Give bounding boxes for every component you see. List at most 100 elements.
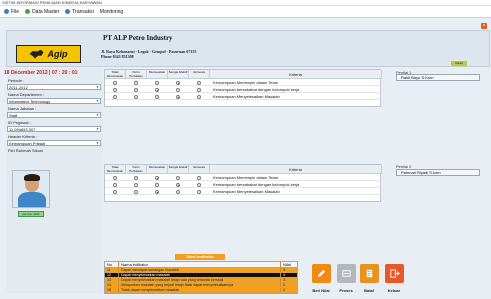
rating-radio[interactable] (155, 176, 159, 180)
rating-radio[interactable] (113, 183, 117, 187)
table-row[interactable]: 15 Tidak dapat menyelesaikan masalah 1 (105, 288, 297, 293)
batal-label: Batal (364, 288, 374, 293)
header-badge: Clean (451, 61, 467, 66)
chevron-down-icon: ▼ (96, 99, 99, 103)
id-pegawai-select[interactable]: 11.094693.007 ▼ (7, 126, 101, 132)
menubar: File Data Master Transaksi Monitoring (0, 6, 491, 18)
header-sangat-efektif: Sangat Efektif (168, 70, 189, 79)
proses-label: Proses (339, 288, 353, 293)
penilai-2-field[interactable]: Pahmad Riyadi S.kom (396, 169, 480, 176)
chevron-down-icon: ▼ (96, 141, 99, 145)
criteria-row: Kemampuan Menyelesaikan Masalah (105, 94, 382, 100)
menu-monitoring[interactable]: Monitoring (100, 9, 123, 15)
rating-radio[interactable] (155, 81, 159, 85)
periode-select[interactable]: 2011-2012 ▼ (7, 84, 101, 90)
chevron-down-icon: ▼ (96, 127, 99, 131)
criteria-row: Kemampuan Memimpin dalam Team (105, 175, 382, 181)
rating-radio[interactable] (134, 190, 138, 194)
cell-nilai: 2 (283, 283, 285, 287)
penilaian-grid-1: Tidak Memuaskan Perlu Perbaikan Memuaskan S… (104, 69, 382, 107)
rating-radio[interactable] (113, 81, 117, 85)
company-address: Jl. Raya Kebonarut - Legok - Gempol - Pa… (101, 49, 196, 59)
photo-hair (24, 174, 40, 181)
header-sangat-efektif: Sangat Efektif (168, 165, 189, 174)
departemen-select[interactable]: Information Technology ▼ (7, 98, 101, 104)
criteria-row: Kemampuan bersahabat dengan kelompok ker… (105, 182, 382, 188)
criteria-label: Kemampuan Memimpin dalam Team (213, 80, 279, 85)
rating-radio[interactable] (134, 183, 138, 187)
criteria-label: Kemampuan bersahabat dengan kelompok ker… (213, 182, 300, 187)
header-istimewa: Istimewa (189, 70, 210, 79)
menu-transaksi[interactable]: Transaksi (65, 9, 94, 15)
rating-radio[interactable] (176, 183, 180, 187)
rating-radio[interactable] (176, 95, 180, 99)
keluar-button[interactable] (385, 264, 404, 283)
departemen-label: Nama Departemen : (8, 92, 45, 97)
rating-radio[interactable] (197, 95, 201, 99)
jabatan-select[interactable]: Staff ▼ (7, 112, 101, 118)
menu-file[interactable]: File (4, 9, 19, 15)
rating-radio[interactable] (197, 190, 201, 194)
rating-radio[interactable] (197, 88, 201, 92)
exit-icon (390, 269, 400, 278)
penilaian-grid-2: Tidak Memuaskan Perlu Perbaikan Memuaskan S… (104, 164, 382, 202)
criteria-row: Kemampuan Memimpin dalam Team (105, 80, 382, 86)
file-icon (4, 9, 9, 14)
brand-word: Agip (47, 49, 68, 59)
cell-no: 15 (105, 288, 119, 292)
cell-name: Melaporkan masalah yang terjadi tetapi t… (119, 283, 281, 287)
keluar-label: Keluar (387, 288, 401, 293)
chevron-down-icon: ▼ (96, 113, 99, 117)
rating-radio[interactable] (155, 95, 159, 99)
header-istimewa: Istimewa (189, 165, 210, 174)
criteria-row: Kemampuan Menyelesaikan Masalah (105, 189, 382, 195)
proses-button[interactable] (337, 264, 356, 283)
header-kriteria: Kriteria (210, 165, 382, 174)
rating-radio[interactable] (176, 81, 180, 85)
rating-radio[interactable] (134, 81, 138, 85)
jabatan-label: Nama Jabatan : (8, 106, 37, 111)
header-kriteria-select[interactable]: Kemampuan Pribadi ▼ (7, 140, 101, 146)
rating-radio[interactable] (134, 95, 138, 99)
phone-line: Phone 0343 851308 (101, 54, 134, 59)
header-nilai: Nilai (283, 262, 291, 267)
beri-nilai-button[interactable] (312, 264, 331, 283)
rating-radio[interactable] (176, 176, 180, 180)
rating-radio[interactable] (155, 88, 159, 92)
employee-photo[interactable] (12, 170, 50, 208)
rating-radio[interactable] (113, 95, 117, 99)
rating-radio[interactable] (176, 88, 180, 92)
id-pegawai-label: ID Pegawai : (8, 120, 31, 125)
cell-nilai: 4 (283, 273, 285, 277)
penilai-1-field[interactable]: Rakit Bayu S.Kom (396, 74, 480, 81)
window-title: SISTIM INFORMASI PENILAIAN KINERJA KARYA… (2, 0, 102, 5)
close-icon[interactable]: × (481, 23, 487, 29)
menu-data-master[interactable]: Data Master (25, 9, 59, 15)
rating-radio[interactable] (113, 190, 117, 194)
cell-nilai: 1 (283, 288, 285, 292)
batal-button[interactable] (360, 264, 379, 283)
datetime-display: 18 December 2012 | 07 : 26 : 01 (4, 70, 78, 76)
cell-name: Dapat menyelesaikan masalah tetapi ada y… (119, 278, 281, 282)
rating-radio[interactable] (134, 88, 138, 92)
rating-radio[interactable] (155, 190, 159, 194)
criteria-row: Kemampuan bersahabat dengan kelompok ker… (105, 87, 382, 93)
cell-name: Dapat menyelesaikan masalah (119, 273, 281, 277)
rating-radio[interactable] (197, 81, 201, 85)
cell-nilai: 3 (283, 278, 285, 282)
cell-name: Dapat mencapai tantangan masalah (119, 268, 281, 272)
rating-radio[interactable] (197, 176, 201, 180)
criteria-label: Kemampuan Menyelesaikan Masalah (213, 189, 280, 194)
rating-radio[interactable] (134, 176, 138, 180)
cell-no: 14 (105, 283, 119, 287)
pencil-icon (317, 269, 326, 278)
six-legged-dog-icon (29, 49, 44, 59)
cell-no: 11 (105, 268, 119, 272)
rating-radio[interactable] (113, 88, 117, 92)
cancel-icon (366, 269, 373, 278)
rating-radio[interactable] (176, 190, 180, 194)
rating-radio[interactable] (197, 183, 201, 187)
rating-radio[interactable] (113, 176, 117, 180)
periode-label: Periode : (8, 78, 25, 83)
rating-radio[interactable] (155, 183, 159, 187)
